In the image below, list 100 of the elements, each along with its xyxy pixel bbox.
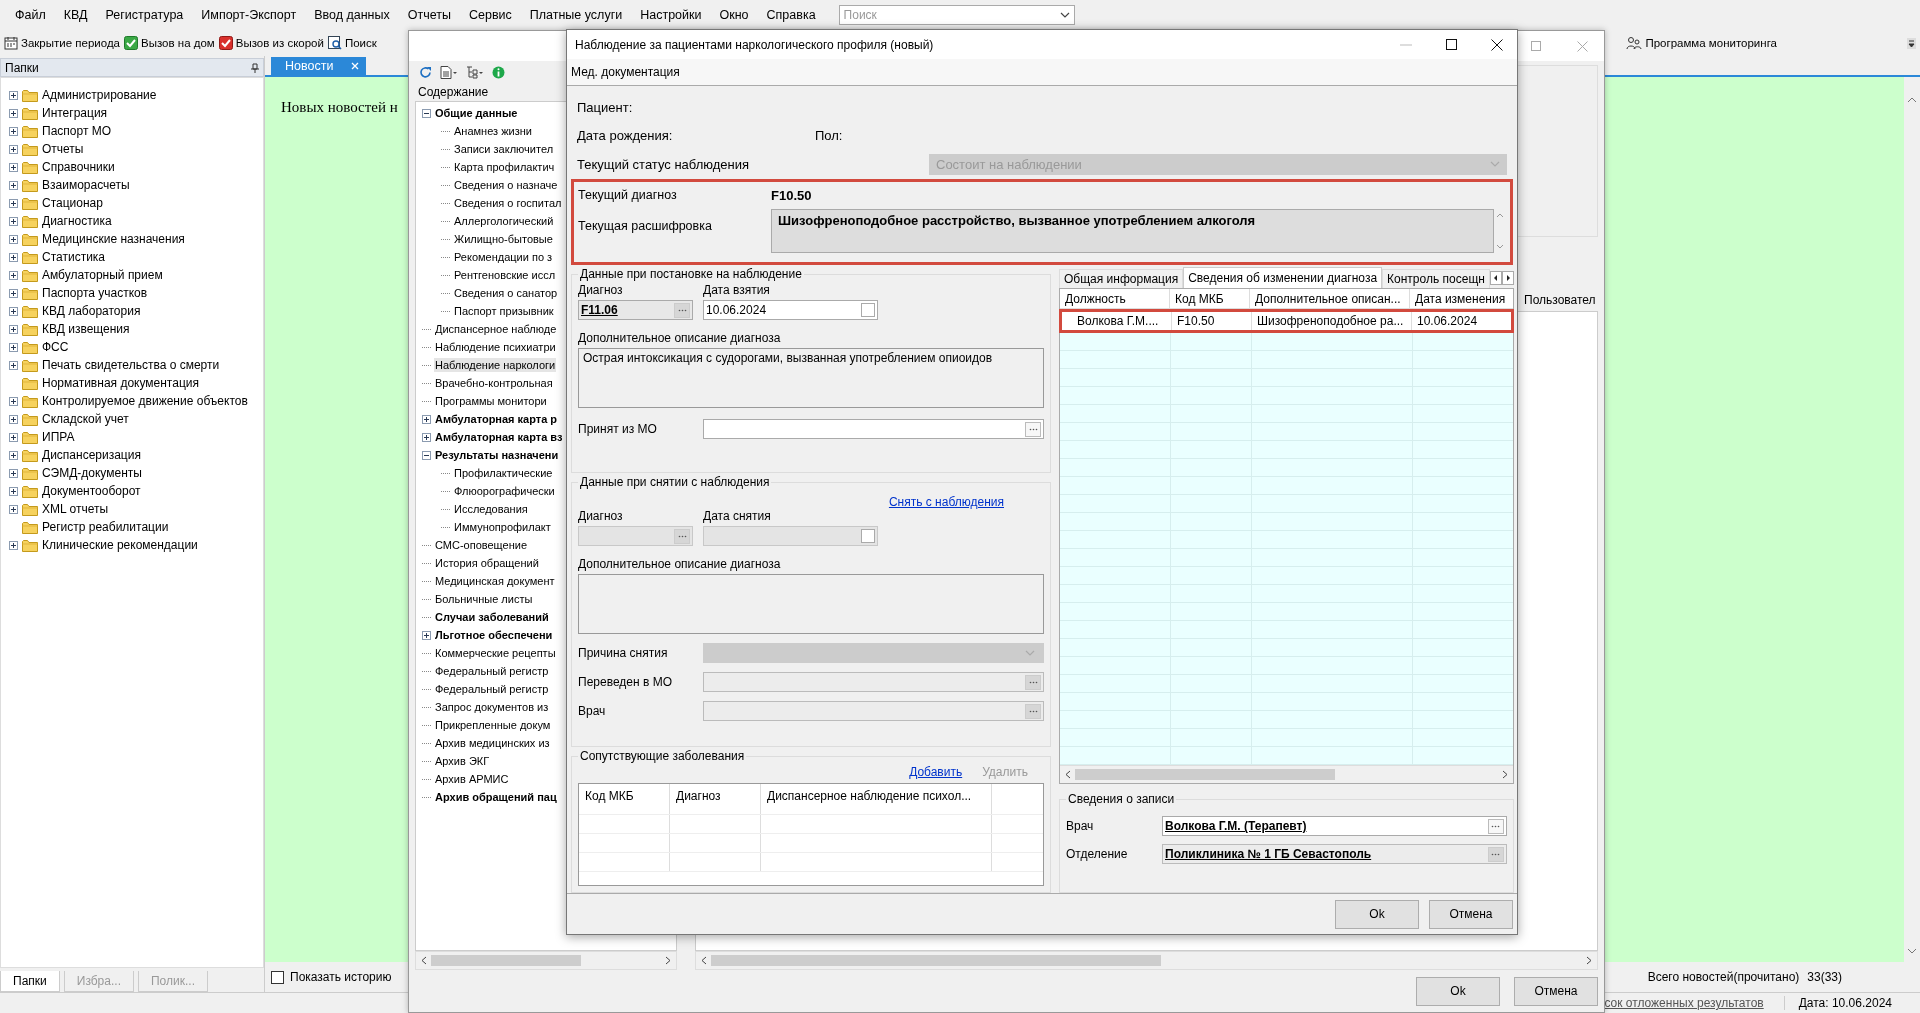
tree-item[interactable]: Медицинская документ	[434, 574, 556, 588]
tree-item[interactable]: Рентгеновские иссл	[453, 268, 557, 282]
column-header[interactable]: Дополнительное описан...	[1250, 289, 1410, 308]
expand-icon[interactable]	[9, 198, 18, 208]
tree-item[interactable]: Паспорт призывник	[453, 304, 555, 318]
expand-icon[interactable]	[9, 324, 18, 334]
tree-item[interactable]: СЭМД-документы	[42, 466, 142, 480]
toolbar-button[interactable]: Вызов на дом	[122, 36, 217, 50]
tree-item[interactable]: Карта профилактич	[453, 160, 556, 174]
expand-icon[interactable]	[9, 90, 18, 100]
maximize-icon[interactable]	[1446, 39, 1457, 50]
menu-item[interactable]: Ввод данных	[305, 8, 399, 22]
toolbar-button[interactable]: Программа мониторинга	[1624, 36, 1779, 50]
link[interactable]: Добавить	[909, 765, 963, 779]
document-icon[interactable]	[440, 65, 458, 79]
tree-item[interactable]: Паспорт МО	[42, 124, 112, 138]
tree-item[interactable]: Коммерческие рецепты	[434, 646, 557, 660]
tree-item[interactable]: Диспансеризация	[42, 448, 141, 462]
tab[interactable]: Общая информация	[1059, 269, 1184, 288]
toolbar-button[interactable]: Поиск	[325, 36, 379, 50]
tree-item[interactable]: Сведения о госпитал	[453, 196, 563, 210]
expand-icon[interactable]	[422, 414, 431, 424]
tab[interactable]: Новости	[271, 57, 366, 75]
tree-item[interactable]: Отчеты	[42, 142, 84, 156]
search-field[interactable]: Поиск	[838, 5, 1075, 25]
tree-item[interactable]: Жилищно-бытовые	[453, 232, 554, 246]
expand-icon[interactable]	[422, 432, 431, 442]
tree-item[interactable]: Наблюдение наркологи	[434, 358, 557, 372]
scrollbar[interactable]	[695, 951, 1598, 970]
tree-item[interactable]: Больничные листы	[434, 592, 534, 606]
tree-item[interactable]: Архив АРМИС	[434, 772, 510, 786]
tree-item[interactable]: Записи заключител	[453, 142, 555, 156]
tree-item[interactable]: КВД лаборатория	[42, 304, 141, 318]
column-header[interactable]: Диспансерное наблюдение психол...	[761, 784, 992, 814]
tree-list-icon[interactable]	[466, 65, 484, 79]
tree-item[interactable]: Печать свидетельства о смерти	[42, 358, 220, 372]
expand-icon[interactable]	[9, 342, 18, 352]
tab-label[interactable]: Новости	[285, 59, 334, 73]
tree-item[interactable]: Статистика	[42, 250, 106, 264]
dialog-button[interactable]: Ok	[1416, 976, 1500, 1006]
tree-item[interactable]: Администрирование	[42, 88, 157, 102]
column-header[interactable]: Код МКБ	[579, 784, 670, 814]
menu-item[interactable]: Окно	[710, 8, 758, 22]
scroll-right-icon[interactable]	[665, 956, 671, 965]
expand-icon[interactable]	[422, 630, 431, 640]
tree-item[interactable]: Аллергологический	[453, 214, 555, 228]
scroll-left-icon[interactable]	[1065, 770, 1071, 779]
expand-icon[interactable]	[9, 216, 18, 226]
tree-item[interactable]: Регистр реабилитации	[42, 520, 169, 534]
dialog-button[interactable]: Отмена	[1514, 976, 1598, 1006]
scroll-left-icon[interactable]	[421, 956, 427, 965]
tree-item[interactable]: Федеральный регистр	[434, 682, 550, 696]
menu-item[interactable]: Отчеты	[398, 8, 460, 22]
column-header[interactable]: Диагноз	[670, 784, 761, 814]
text-area[interactable]: Острая интоксикация с судорогами, вызванная употреблением опиоидов	[578, 348, 1044, 408]
pin-icon[interactable]	[251, 62, 259, 73]
tree-item[interactable]: Наблюдение психиатри	[434, 340, 557, 354]
expand-icon[interactable]	[9, 396, 18, 406]
expand-icon[interactable]	[9, 432, 18, 442]
scroll-right-icon[interactable]	[1501, 770, 1508, 779]
expand-icon[interactable]	[9, 108, 18, 118]
expand-icon[interactable]	[9, 180, 18, 190]
date-field[interactable]: 10.06.2024	[703, 300, 878, 320]
refresh-icon[interactable]	[419, 65, 432, 79]
collapse-icon[interactable]	[422, 450, 431, 460]
toolbar-button[interactable]: Вызов из скорой	[216, 36, 326, 50]
checkbox[interactable]: Показать историю	[271, 970, 392, 984]
diagnosis-field[interactable]: F11.06	[578, 300, 693, 320]
tree-item[interactable]: Случаи заболеваний	[434, 610, 550, 624]
tree-item[interactable]: Справочники	[42, 160, 115, 174]
tree-item[interactable]: История обращений	[434, 556, 540, 570]
tree-item[interactable]: Диагностика	[42, 214, 112, 228]
expand-icon[interactable]	[9, 468, 18, 478]
column-header[interactable]: Код МКБ	[1170, 289, 1250, 308]
info-icon[interactable]	[492, 65, 505, 79]
tree-item[interactable]: Складской учет	[42, 412, 129, 426]
scrollbar[interactable]	[1060, 765, 1513, 783]
tree-item[interactable]: XML отчеты	[42, 502, 109, 516]
menu-item[interactable]: Сервис	[459, 8, 521, 22]
tree-item[interactable]: Запрос документов из	[434, 700, 550, 714]
expand-icon[interactable]	[9, 450, 18, 460]
dialog-button[interactable]: Ok	[1335, 899, 1419, 929]
lookup-field[interactable]	[703, 419, 1044, 439]
tab[interactable]: Контроль посещн	[1382, 269, 1490, 288]
menu-item[interactable]: Импорт-Экспорт	[192, 8, 306, 22]
tree-item[interactable]: Рекомендации по з	[453, 250, 554, 264]
dialog-button[interactable]: Отмена	[1429, 899, 1513, 929]
lookup-field[interactable]: Волкова Г.М. (Терапевт)	[1162, 816, 1507, 836]
tree-item[interactable]: Программы монитори	[434, 394, 548, 408]
tab[interactable]: Сведения об изменении диагноза	[1183, 267, 1383, 288]
expand-icon[interactable]	[9, 486, 18, 496]
tree-item[interactable]: Нормативная документация	[42, 376, 199, 390]
collapse-icon[interactable]	[422, 108, 431, 118]
tree-item[interactable]: Клинические рекомендации	[42, 538, 198, 552]
expand-icon[interactable]	[9, 504, 18, 514]
expand-icon[interactable]	[9, 360, 18, 370]
table-row[interactable]: Волкова Г.М.... F10.50 Шизофреноподобное ра... 10.06.2024	[1059, 309, 1514, 333]
tree-item[interactable]: Сведения о санатор	[453, 286, 559, 300]
tab[interactable]: Пользовател	[1520, 293, 1598, 307]
menu-item[interactable]: Справка	[757, 8, 825, 22]
